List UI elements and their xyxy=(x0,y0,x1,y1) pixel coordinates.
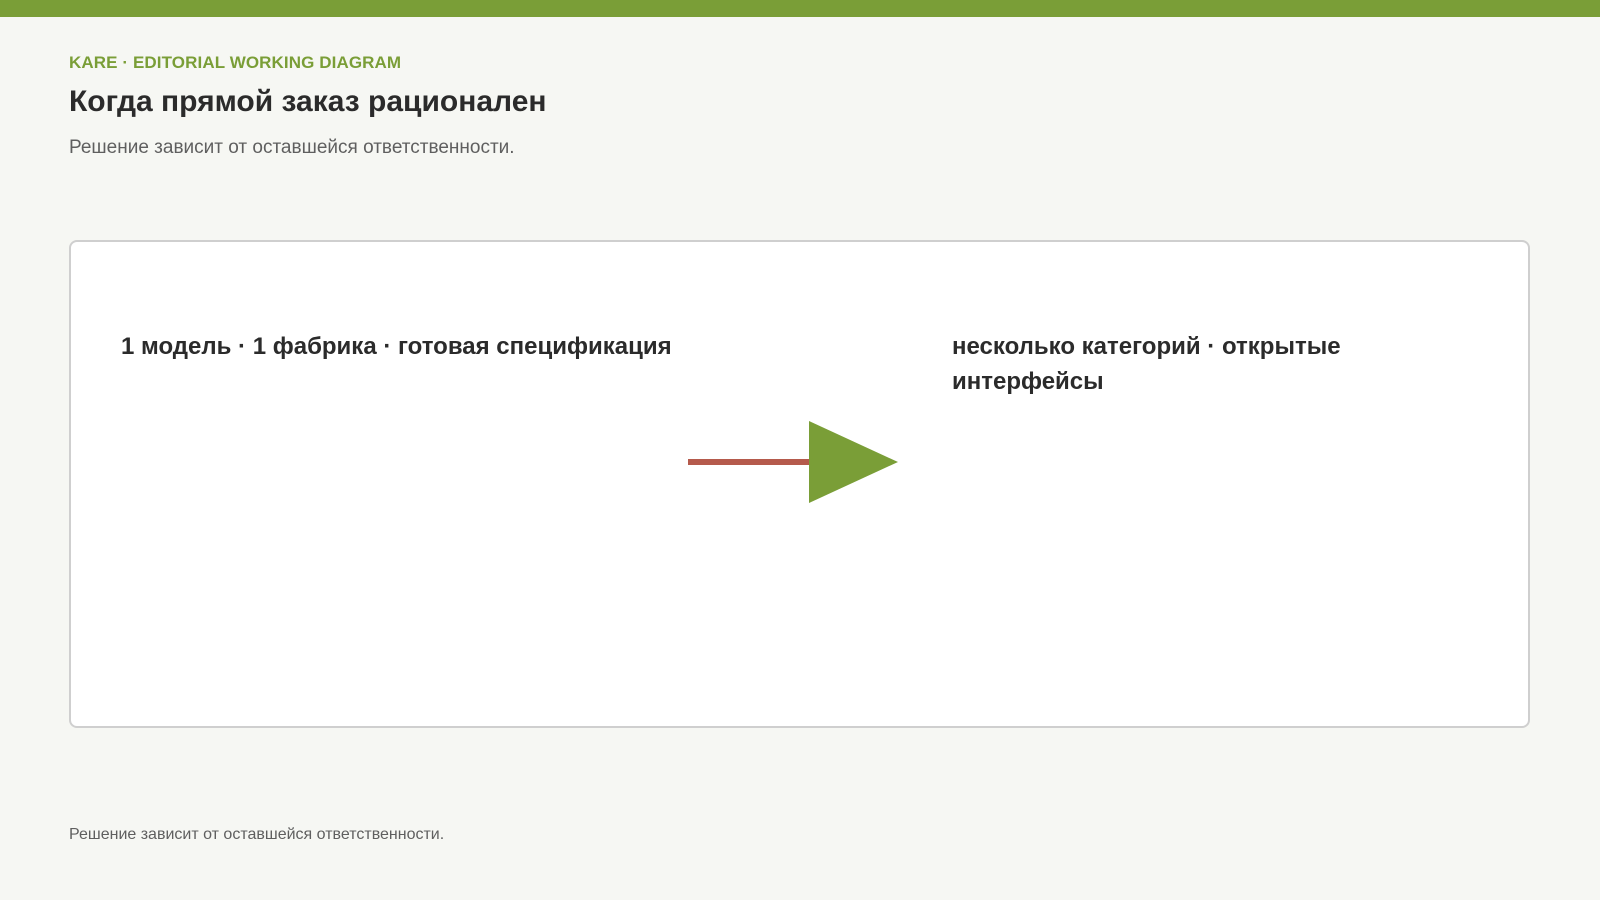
top-accent-bar xyxy=(0,0,1600,17)
footer-note: Решение зависит от оставшейся ответствен… xyxy=(69,826,445,843)
transition-arrow-icon xyxy=(688,421,898,503)
page-subtitle: Решение зависит от оставшейся ответствен… xyxy=(69,137,515,158)
page-title: Когда прямой заказ рационален xyxy=(69,85,547,118)
arrow-head xyxy=(809,421,898,503)
eyebrow-label: KARE · EDITORIAL WORKING DIAGRAM xyxy=(69,53,402,72)
diagram-card: 1 модель · 1 фабрика · готовая специфика… xyxy=(69,240,1530,728)
